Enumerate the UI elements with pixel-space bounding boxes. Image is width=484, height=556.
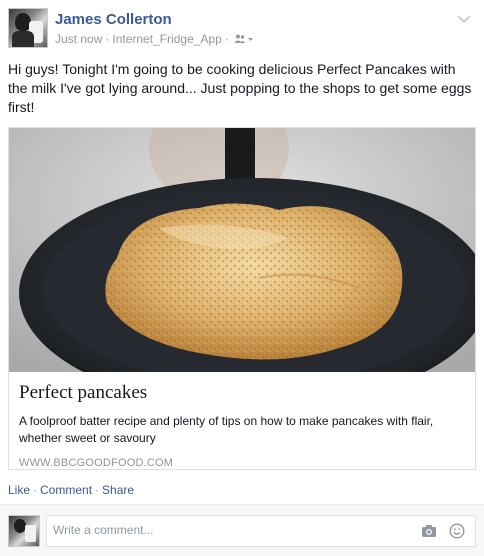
post-actions: Like · Comment · Share (8, 483, 134, 497)
link-domain: WWW.BBCGOODFOOD.COM (19, 457, 174, 469)
meta-separator: · (105, 32, 110, 46)
pancake-in-pan-photo[interactable] (9, 128, 475, 372)
author-name[interactable]: James Collerton (55, 11, 172, 28)
link-title[interactable]: Perfect pancakes (19, 382, 469, 404)
friends-icon[interactable] (234, 33, 254, 47)
post-meta: Just now · Internet_Fridge_App · (55, 32, 254, 47)
comment-link[interactable]: Comment (40, 483, 92, 497)
smiley-icon[interactable] (449, 523, 465, 539)
post-timestamp[interactable]: Just now (55, 32, 102, 46)
post-header: James Collerton Just now · Internet_Fridge… (8, 8, 476, 50)
author-avatar[interactable] (8, 8, 48, 48)
action-separator: · (95, 483, 100, 497)
link-preview-card[interactable]: Perfect pancakes A foolproof batter reci… (8, 127, 476, 470)
commenter-avatar (8, 515, 40, 547)
comment-input[interactable] (53, 523, 413, 537)
like-link[interactable]: Like (8, 483, 30, 497)
camera-icon[interactable] (421, 524, 437, 538)
comment-box[interactable] (46, 515, 476, 547)
link-description: A foolproof batter recipe and plenty of … (19, 414, 434, 445)
meta-separator: · (224, 32, 229, 46)
share-link[interactable]: Share (102, 483, 134, 497)
post-app-name[interactable]: Internet_Fridge_App (112, 32, 221, 46)
feed-post: James Collerton Just now · Internet_Fridge… (0, 0, 484, 556)
post-text: Hi guys! Tonight I'm going to be cooking… (8, 61, 472, 115)
link-preview-body: Perfect pancakes A foolproof batter reci… (19, 382, 469, 469)
action-separator: · (33, 483, 38, 497)
chevron-down-icon[interactable] (456, 12, 472, 24)
comment-composer (0, 504, 484, 556)
